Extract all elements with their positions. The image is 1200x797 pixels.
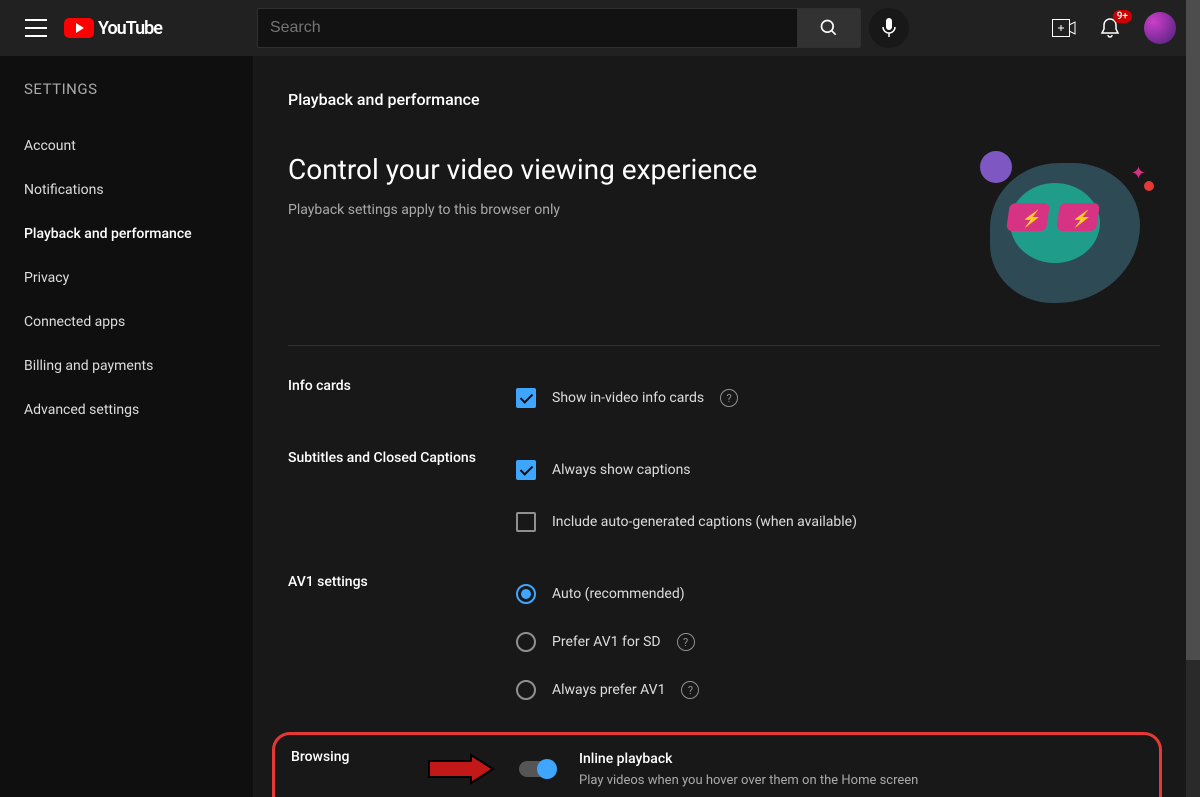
checkbox-auto-captions[interactable]	[516, 512, 536, 532]
radio-av1-auto[interactable]	[516, 584, 536, 604]
settings-sidebar: SETTINGS Account Notifications Playback …	[0, 56, 254, 797]
hero-subtext: Playback settings apply to this browser …	[288, 202, 757, 218]
sidebar-heading: SETTINGS	[24, 80, 253, 98]
section-label-captions: Subtitles and Closed Captions	[288, 450, 516, 542]
hamburger-icon	[25, 19, 47, 37]
help-icon[interactable]: ?	[720, 389, 738, 407]
sidebar-item-playback[interactable]: Playback and performance	[24, 212, 253, 256]
search-container	[257, 8, 909, 48]
section-av1: AV1 settings Auto (recommended) Prefer A…	[288, 542, 1200, 710]
microphone-icon	[882, 18, 896, 38]
section-captions: Subtitles and Closed Captions Always sho…	[288, 418, 1200, 542]
radio-av1-sd[interactable]	[516, 632, 536, 652]
header-actions: 9+	[1052, 0, 1176, 56]
option-label: Always show captions	[552, 462, 691, 478]
notifications-button[interactable]: 9+	[1098, 16, 1122, 40]
youtube-wordmark: YouTube	[98, 18, 162, 39]
sidebar-item-notifications[interactable]: Notifications	[24, 168, 253, 212]
youtube-logo[interactable]: YouTube	[64, 18, 162, 39]
main-content: Playback and performance Control your vi…	[254, 56, 1200, 797]
create-button[interactable]	[1052, 16, 1076, 40]
option-label: Show in-video info cards	[552, 390, 704, 406]
hero-illustration: ⚡⚡ ✦	[970, 153, 1160, 303]
search-box[interactable]	[257, 8, 797, 48]
youtube-play-icon	[64, 18, 94, 38]
search-input[interactable]	[270, 19, 785, 37]
annotation-arrow-icon	[427, 753, 497, 785]
option-label: Prefer AV1 for SD	[552, 634, 661, 650]
search-icon	[819, 18, 839, 38]
account-avatar[interactable]	[1144, 12, 1176, 44]
toggle-title: Inline playback	[579, 751, 918, 767]
checkbox-show-info-cards[interactable]	[516, 388, 536, 408]
sidebar-item-privacy[interactable]: Privacy	[24, 256, 253, 300]
section-label-av1: AV1 settings	[288, 574, 516, 710]
hamburger-menu-button[interactable]	[16, 8, 56, 48]
checkbox-always-show-captions[interactable]	[516, 460, 536, 480]
sidebar-item-connected-apps[interactable]: Connected apps	[24, 300, 253, 344]
app-header: YouTube 9+	[0, 0, 1200, 56]
page-scrollbar-track[interactable]	[1186, 0, 1200, 797]
section-info-cards: Info cards Show in-video info cards ?	[288, 346, 1200, 418]
sidebar-item-advanced[interactable]: Advanced settings	[24, 388, 253, 432]
page-title: Playback and performance	[288, 90, 1200, 109]
sidebar-item-billing[interactable]: Billing and payments	[24, 344, 253, 388]
help-icon[interactable]: ?	[677, 633, 695, 651]
option-label: Include auto-generated captions (when av…	[552, 514, 857, 530]
notification-badge: 9+	[1113, 10, 1132, 23]
annotation-highlight-box: Browsing Inline playback Play videos whe…	[272, 732, 1162, 797]
search-button[interactable]	[797, 8, 861, 48]
voice-search-button[interactable]	[869, 8, 909, 48]
sidebar-item-account[interactable]: Account	[24, 124, 253, 168]
help-icon[interactable]: ?	[681, 681, 699, 699]
section-label-info-cards: Info cards	[288, 378, 516, 418]
hero-heading: Control your video viewing experience	[288, 153, 757, 186]
hero-section: Control your video viewing experience Pl…	[288, 153, 1200, 303]
option-label: Auto (recommended)	[552, 586, 685, 602]
radio-av1-always[interactable]	[516, 680, 536, 700]
page-scrollbar-thumb[interactable]	[1186, 0, 1200, 660]
toggle-description: Play videos when you hover over them on …	[579, 773, 918, 788]
option-label: Always prefer AV1	[552, 682, 665, 698]
create-icon	[1052, 19, 1076, 37]
toggle-inline-playback[interactable]	[519, 761, 555, 777]
